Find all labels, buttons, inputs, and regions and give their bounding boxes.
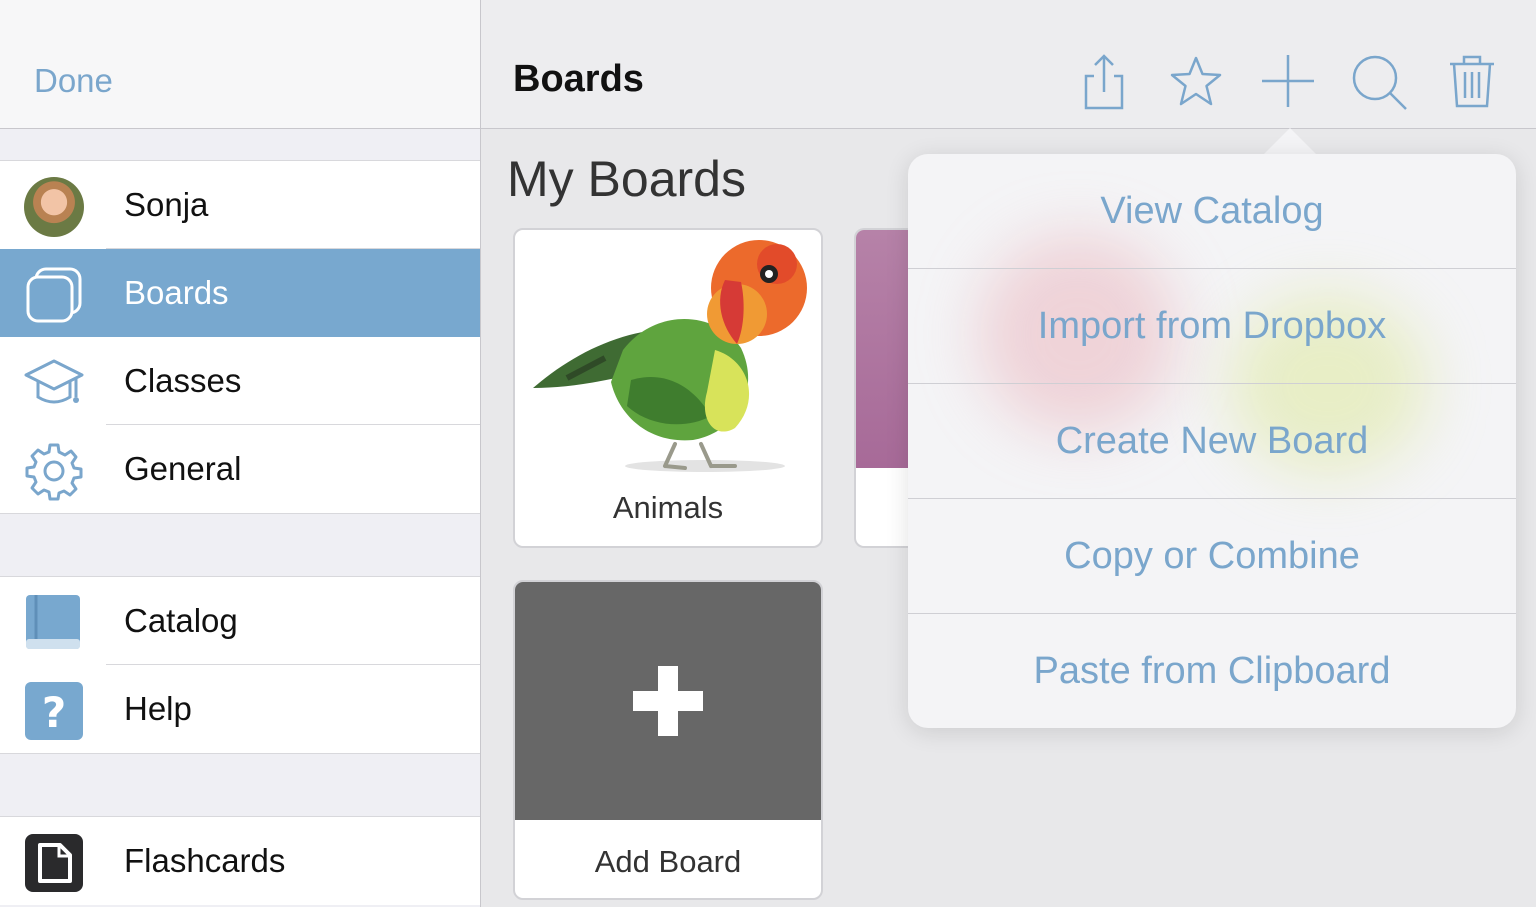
sidebar-item-help[interactable]: ? Help xyxy=(0,665,480,753)
gear-icon xyxy=(24,441,84,501)
share-icon[interactable] xyxy=(1074,52,1134,112)
sidebar-item-profile[interactable]: Sonja xyxy=(0,161,480,249)
popover-arrow xyxy=(1264,128,1316,154)
sidebar-item-label: General xyxy=(124,450,242,487)
sidebar-item-label: Catalog xyxy=(124,602,238,639)
sidebar-item-general[interactable]: General xyxy=(0,425,480,513)
plus-icon xyxy=(633,666,703,741)
add-board-card[interactable]: Add Board xyxy=(513,580,823,900)
profile-name: Sonja xyxy=(124,186,209,223)
menu-item-import-dropbox[interactable]: Import from Dropbox xyxy=(908,269,1516,383)
sidebar-item-boards[interactable]: Boards xyxy=(0,249,480,337)
section-title: My Boards xyxy=(507,151,746,207)
sidebar-item-label: Classes xyxy=(124,362,242,399)
plus-icon[interactable] xyxy=(1258,52,1318,112)
add-menu-popover: View Catalog Import from Dropbox Create … xyxy=(908,154,1516,728)
sidebar-group-resources: Catalog ? Help xyxy=(0,576,480,754)
trash-icon[interactable] xyxy=(1442,52,1502,112)
sidebar-group-extras: Flashcards xyxy=(0,816,480,905)
add-board-label: Add Board xyxy=(594,844,742,879)
sidebar-item-catalog[interactable]: Catalog xyxy=(0,577,480,665)
add-board-tile xyxy=(515,582,821,820)
menu-item-paste-clipboard[interactable]: Paste from Clipboard xyxy=(908,614,1516,728)
done-button[interactable]: Done xyxy=(34,62,113,100)
menu-item-view-catalog[interactable]: View Catalog xyxy=(908,154,1516,268)
flashcard-icon xyxy=(24,833,84,893)
sidebar-item-label: Flashcards xyxy=(124,842,286,879)
star-icon[interactable] xyxy=(1166,52,1226,112)
menu-item-create-new-board[interactable]: Create New Board xyxy=(908,384,1516,498)
boards-icon xyxy=(24,265,84,325)
page-title: Boards xyxy=(513,58,644,100)
sidebar: Done Sonja Boards Classes General Catalo… xyxy=(0,0,481,907)
menu-item-copy-combine[interactable]: Copy or Combine xyxy=(908,499,1516,613)
search-icon[interactable] xyxy=(1349,52,1409,112)
nav-bar: Boards xyxy=(481,0,1536,129)
board-card-animals[interactable]: Animals xyxy=(513,228,823,548)
help-icon: ? xyxy=(24,681,84,741)
svg-text:?: ? xyxy=(42,688,66,737)
sidebar-item-label: Help xyxy=(124,690,192,727)
sidebar-item-flashcards[interactable]: Flashcards xyxy=(0,817,480,905)
parrot-image xyxy=(515,230,821,485)
sidebar-item-classes[interactable]: Classes xyxy=(0,337,480,425)
sidebar-header: Done xyxy=(0,0,480,129)
sidebar-item-label: Boards xyxy=(124,274,229,311)
sidebar-group-main: Sonja Boards Classes General xyxy=(0,160,480,514)
book-icon xyxy=(24,593,84,653)
graduation-cap-icon xyxy=(24,353,84,413)
avatar xyxy=(24,177,84,237)
board-card-label: Animals xyxy=(612,490,724,525)
